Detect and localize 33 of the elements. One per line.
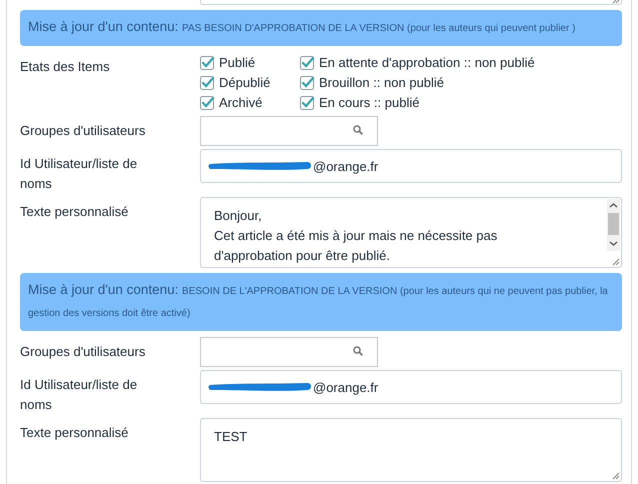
field-label: Texte personnalisé	[20, 424, 130, 442]
search-icon	[353, 125, 363, 135]
field-label: Id Utilisateur/liste de noms	[20, 376, 138, 414]
resize-grip[interactable]	[611, 257, 620, 266]
input-field[interactable]: @orange.fr	[200, 149, 622, 183]
checkbox[interactable]	[200, 56, 214, 70]
checkbox-label: Publié	[219, 54, 256, 72]
section-header: Mise à jour d'un contenu: PAS BESOIN D'APPROBATION DE LA VERSION (pour les auteurs qui peuvent publier )	[20, 10, 622, 46]
checkbox-label: Archivé	[219, 94, 262, 112]
field-label: Groupes d'utilisateurs	[20, 122, 146, 140]
field-label: Groupes d'utilisateurs	[20, 343, 146, 361]
field-label: Etats des Items	[20, 58, 111, 76]
checkbox[interactable]	[300, 96, 314, 110]
search-field[interactable]	[200, 337, 378, 367]
field-label: Id Utilisateur/liste de noms	[20, 155, 138, 193]
checkbox-label: Dépublié	[219, 74, 270, 92]
section-header: Mise à jour d'un contenu: BESOIN DE L'APPROBATION DE LA VERSION (pour les auteurs qui ne peuvent pas publier, la gestion des versions doit être activé)	[20, 273, 622, 331]
checkbox[interactable]	[300, 56, 314, 70]
checkbox[interactable]	[200, 76, 214, 90]
checkbox[interactable]	[300, 76, 314, 90]
text-area[interactable]	[200, 0, 622, 5]
input-field[interactable]: @orange.fr	[200, 370, 622, 404]
checkbox-label: En attente d'approbation :: non publié	[319, 54, 535, 72]
resize-grip[interactable]	[611, 471, 620, 480]
field-label: Texte personnalisé	[20, 203, 130, 221]
checkbox-label: En cours :: publié	[319, 94, 420, 112]
search-icon	[353, 346, 363, 356]
search-field[interactable]	[200, 116, 378, 146]
scrollbar[interactable]	[607, 199, 620, 251]
checkbox-label: Brouillon :: non publié	[319, 74, 444, 92]
text-area[interactable]: TEST	[200, 418, 622, 482]
text-area[interactable]: Bonjour, Cet article a été mis à jour mais ne nécessite pas d'approbation pour être publié.	[200, 197, 622, 268]
checkbox[interactable]	[200, 96, 214, 110]
